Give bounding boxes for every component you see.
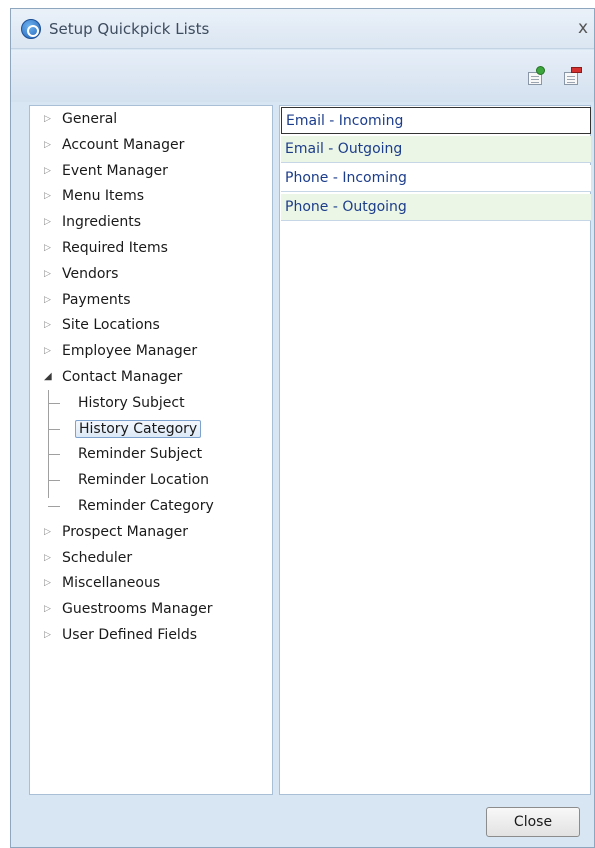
add-list-icon[interactable]	[526, 66, 548, 86]
tree-item-site-locations[interactable]: ▷ Site Locations	[42, 313, 267, 337]
window-close-button[interactable]: x	[578, 18, 588, 38]
tree-item-label: Vendors	[62, 265, 119, 282]
tree-item-ingredients[interactable]: ▷ Ingredients	[42, 210, 267, 234]
tree-branch-line	[48, 428, 60, 430]
expand-arrow-icon[interactable]: ▷	[44, 210, 51, 234]
window-title: Setup Quickpick Lists	[49, 20, 210, 38]
tree-child-label: History Subject	[78, 394, 185, 411]
list-row[interactable]: Email - Incoming	[281, 107, 591, 134]
collapse-arrow-icon[interactable]: ◢	[44, 365, 52, 389]
list-row[interactable]: Email - Outgoing	[281, 136, 591, 163]
tree-child-reminder-category[interactable]: Reminder Category	[75, 494, 217, 518]
tree-item-contact-manager[interactable]: ◢ Contact Manager	[42, 365, 267, 389]
tree-branch-line	[48, 402, 60, 404]
tree-branch-line	[48, 506, 60, 507]
list-row[interactable]: Phone - Incoming	[281, 165, 591, 192]
tree-child-history-category[interactable]: History Category	[75, 417, 202, 441]
expand-arrow-icon[interactable]: ▷	[44, 159, 51, 183]
tree-item-label: Event Manager	[62, 162, 168, 179]
app-logo-icon	[21, 19, 41, 39]
tree-item-label: Guestrooms Manager	[62, 601, 213, 618]
tree-item-label: Ingredients	[62, 214, 141, 231]
tree-child-label: Reminder Location	[78, 472, 210, 489]
expand-arrow-icon[interactable]: ▷	[44, 546, 51, 570]
expand-arrow-icon[interactable]: ▷	[44, 597, 51, 621]
tree-branch-line	[48, 480, 60, 482]
tree-item-label: Contact Manager	[62, 369, 183, 385]
expand-arrow-icon[interactable]: ▷	[44, 623, 51, 647]
tree-item-event-manager[interactable]: ▷ Event Manager	[42, 159, 267, 183]
expand-arrow-icon[interactable]: ▷	[44, 184, 51, 208]
tree-item-general[interactable]: ▷ General	[42, 107, 267, 131]
tree-item-label: Menu Items	[62, 188, 145, 205]
tree-item-payments[interactable]: ▷ Payments	[42, 288, 267, 312]
expand-arrow-icon[interactable]: ▷	[44, 262, 51, 286]
title-bar[interactable]: Setup Quickpick Lists x	[11, 9, 594, 49]
tree-item-guestrooms-manager[interactable]: ▷ Guestrooms Manager	[42, 597, 267, 621]
tree-item-label: User Defined Fields	[62, 627, 198, 643]
dialog-window: Setup Quickpick Lists x ▷ General ▷ Account…	[10, 8, 595, 848]
expand-arrow-icon[interactable]: ▷	[44, 236, 51, 260]
tree-item-label: Prospect Manager	[62, 523, 189, 540]
tree-child-label: History Category	[75, 419, 202, 438]
tree-item-label: Scheduler	[62, 549, 133, 566]
tree-item-account-manager[interactable]: ▷ Account Manager	[42, 133, 267, 157]
expand-arrow-icon[interactable]: ▷	[44, 571, 51, 595]
tree-item-label: Site Locations	[62, 317, 160, 334]
tree-child-label: Reminder Subject	[78, 446, 203, 463]
toolbar	[11, 50, 594, 102]
tree-item-label: Required Items	[62, 240, 168, 256]
tree-item-label: Employee Manager	[62, 343, 198, 360]
tree-item-label: Payments	[62, 291, 131, 308]
tree-item-vendors[interactable]: ▷ Vendors	[42, 262, 267, 286]
tree-child-label: Reminder Category	[78, 498, 214, 514]
category-tree[interactable]: ▷ General ▷ Account Manager ▷ Event Manager ▷ M…	[29, 105, 273, 795]
quickpick-list[interactable]: Email - Incoming Email - Outgoing Phone - …	[279, 105, 591, 795]
tree-child-reminder-location[interactable]: Reminder Location	[75, 468, 212, 492]
tree-item-required-items[interactable]: ▷ Required Items	[42, 236, 267, 260]
tree-item-employee-manager[interactable]: ▷ Employee Manager	[42, 339, 267, 363]
expand-arrow-icon[interactable]: ▷	[44, 107, 51, 131]
expand-arrow-icon[interactable]: ▷	[44, 133, 51, 157]
tree-item-label: General	[62, 111, 118, 127]
tree-item-scheduler[interactable]: ▷ Scheduler	[42, 546, 267, 570]
tree-branch-line	[48, 454, 60, 456]
list-row[interactable]: Phone - Outgoing	[281, 194, 591, 221]
tree-item-label: Miscellaneous	[62, 575, 161, 592]
expand-arrow-icon[interactable]: ▷	[44, 313, 51, 337]
tree-child-reminder-subject[interactable]: Reminder Subject	[75, 442, 205, 466]
tree-item-user-defined-fields[interactable]: ▷ User Defined Fields	[42, 623, 267, 647]
tree-child-history-subject[interactable]: History Subject	[75, 391, 188, 415]
expand-arrow-icon[interactable]: ▷	[44, 520, 51, 544]
tree-item-miscellaneous[interactable]: ▷ Miscellaneous	[42, 571, 267, 595]
expand-arrow-icon[interactable]: ▷	[44, 339, 51, 363]
tree-item-label: Account Manager	[62, 136, 185, 153]
tree-item-prospect-manager[interactable]: ▷ Prospect Manager	[42, 520, 267, 544]
expand-arrow-icon[interactable]: ▷	[44, 288, 51, 312]
close-button[interactable]: Close	[486, 807, 580, 837]
remove-list-icon[interactable]	[562, 66, 584, 86]
tree-item-menu-items[interactable]: ▷ Menu Items	[42, 184, 267, 208]
tree-connector-line	[48, 390, 49, 498]
